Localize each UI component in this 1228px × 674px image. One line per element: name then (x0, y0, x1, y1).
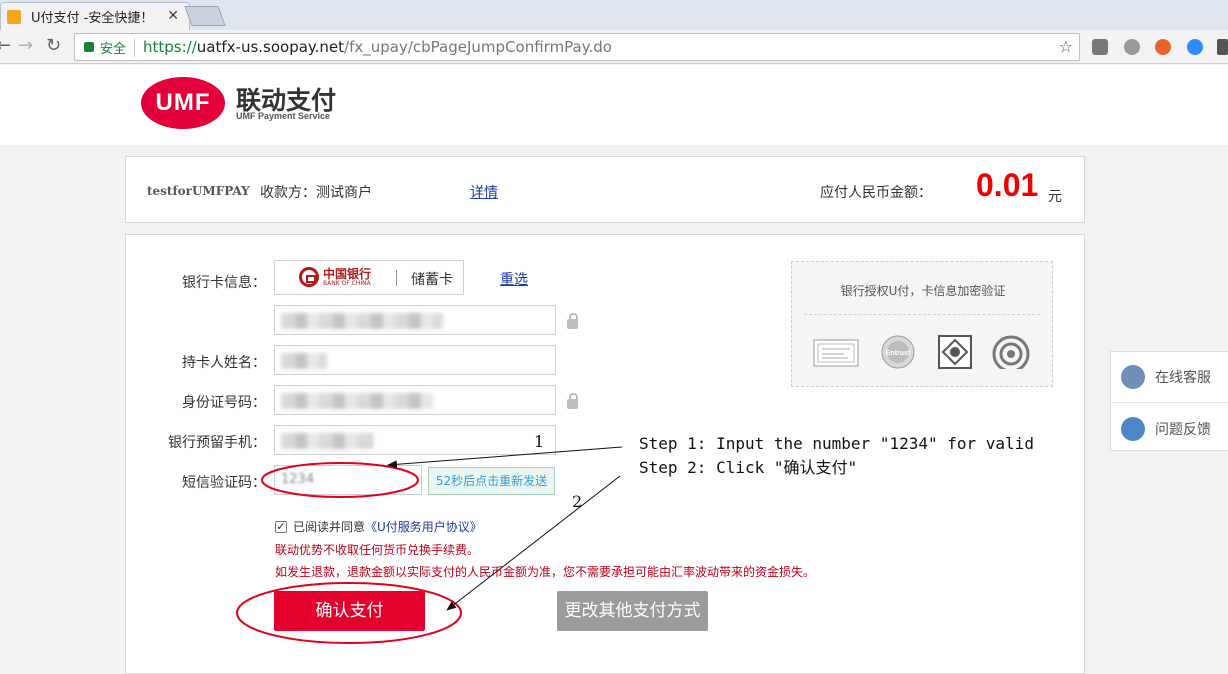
step-number-1: 1 (534, 432, 545, 451)
merchant-code: testforUMFPAY (147, 184, 250, 198)
entrust-seal-text: Entrust (886, 350, 911, 357)
confirm-pay-button[interactable]: 确认支付 (274, 591, 425, 631)
bank-logo: 中国银行 BANK OF CHINA (299, 267, 371, 287)
url-path: /fx_upay/cbPageJumpConfirmPay.do (344, 38, 612, 56)
bank-card-label: 银行卡信息： (182, 275, 266, 291)
change-payment-method-button[interactable]: 更改其他支付方式 (557, 591, 708, 631)
reselect-link[interactable]: 重选 (500, 269, 528, 289)
certificate-document-icon (813, 339, 859, 367)
feedback-label: 问题反馈 (1155, 422, 1211, 438)
payment-form-panel: 银行卡信息： 中国银行 BANK OF CHINA 储蓄卡 重选 持卡人姓名： … (125, 234, 1085, 674)
security-certificates: 银行授权U付，卡信息加密验证 Entrust (791, 261, 1053, 387)
sms-code-value: 1234 (281, 472, 315, 487)
holder-name-field[interactable] (274, 345, 556, 375)
step2-note: Step 2: Click "确认支付" (639, 458, 858, 477)
bank-card-display: 中国银行 BANK OF CHINA 储蓄卡 (274, 260, 464, 295)
certificates-divider (804, 314, 1040, 315)
customer-service-icon (1121, 365, 1145, 389)
menu-icon[interactable] (1217, 39, 1228, 55)
close-tab-icon[interactable]: ✕ (167, 8, 179, 24)
online-service-label: 在线客服 (1155, 370, 1211, 386)
step1-note: Step 1: Input the number "1234" for vali… (639, 434, 1034, 453)
card-number-field[interactable] (274, 305, 556, 335)
agree-checkbox[interactable]: ✓ (275, 521, 287, 533)
feedback-icon (1121, 417, 1145, 441)
sms-code-field[interactable]: 1234 (274, 465, 422, 495)
unionpay-swirl-icon (992, 335, 1030, 369)
floating-service-panel: 在线客服 问题反馈 (1110, 351, 1228, 451)
lock-icon (567, 313, 578, 329)
certificates-title: 银行授权U付，卡信息加密验证 (840, 284, 1006, 298)
secure-label: 安全 (100, 37, 136, 57)
sms-code-label: 短信验证码： (182, 475, 266, 491)
extension-globe-icon[interactable] (1124, 39, 1140, 55)
holder-name-label: 持卡人姓名： (182, 355, 266, 371)
browser-toolbar: ← → ↻ 安全 https://uatfx-us.soopay.net/fx_… (0, 30, 1228, 64)
url-scheme: https:// (143, 38, 197, 56)
online-service-button[interactable]: 在线客服 (1111, 352, 1228, 402)
bank-separator (396, 270, 397, 286)
step-number-2: 2 (572, 492, 583, 511)
order-info-panel: testforUMFPAY 收款方：测试商户 详情 应付人民币金额： 0.01 … (125, 156, 1085, 223)
payee: 收款方：测试商户 (260, 185, 372, 201)
bank-name-en: BANK OF CHINA (323, 279, 371, 287)
detail-link[interactable]: 详情 (470, 182, 498, 202)
browser-tab-bar: U付支付 -安全快捷！ ✕ (0, 0, 1228, 30)
reload-icon[interactable]: ↻ (46, 35, 61, 56)
bookmark-star-icon[interactable]: ☆ (1059, 37, 1073, 56)
back-icon[interactable]: ← (0, 35, 11, 56)
new-tab-button[interactable] (184, 6, 226, 26)
feedback-button[interactable]: 问题反馈 (1111, 404, 1228, 454)
boc-logo-icon (299, 267, 319, 287)
tab-title: U付支付 -安全快捷！ (31, 11, 154, 26)
lock-icon (567, 393, 578, 409)
currency-unit: 元 (1048, 189, 1062, 205)
phone-label: 银行预留手机： (168, 435, 266, 451)
agree-label: 已阅读并同意 (293, 520, 366, 534)
agreement-link[interactable]: 《U付服务用户协议》 (365, 520, 482, 534)
secure-lock-icon (84, 42, 94, 52)
resend-sms-button[interactable]: 52秒后点击重新发送 (428, 467, 555, 495)
card-type: 储蓄卡 (411, 272, 453, 288)
site-header: UMF 联动支付 UMF Payment Service (0, 65, 1228, 145)
fee-notice: 联动优势不收取任何货币兑换手续费。 (275, 543, 480, 557)
id-number-field[interactable] (274, 385, 556, 415)
refund-notice: 如发生退款，退款金额以实际支付的人民币金额为准，您不需要承担可能由汇率波动带来的… (275, 565, 816, 579)
extension-orange-icon[interactable] (1155, 39, 1171, 55)
security-shield-icon (938, 335, 972, 369)
url-host: uatfx-us.soopay.net (196, 38, 345, 56)
amount-label: 应付人民币金额： (820, 185, 932, 201)
extension-bug-icon[interactable] (1092, 39, 1108, 55)
browser-tab[interactable]: U付支付 -安全快捷！ ✕ (0, 2, 190, 30)
extension-zoom-icon[interactable] (1187, 39, 1203, 55)
amount-value: 0.01 (976, 167, 1039, 203)
bank-name-cn: 中国银行 (323, 266, 372, 281)
side-divider (1111, 402, 1228, 403)
entrust-seal-icon: Entrust (881, 335, 915, 369)
forward-icon[interactable]: → (18, 35, 33, 56)
agree-text: 已阅读并同意《U付服务用户协议》 (293, 518, 482, 535)
address-bar[interactable]: 安全 https://uatfx-us.soopay.net/fx_upay/c… (74, 33, 1080, 61)
id-number-label: 身份证号码： (182, 395, 266, 411)
favicon-icon (7, 9, 21, 24)
phone-field[interactable] (274, 425, 556, 455)
umf-logo: UMF (141, 77, 225, 129)
logo-en-text: UMF Payment Service (236, 111, 331, 121)
